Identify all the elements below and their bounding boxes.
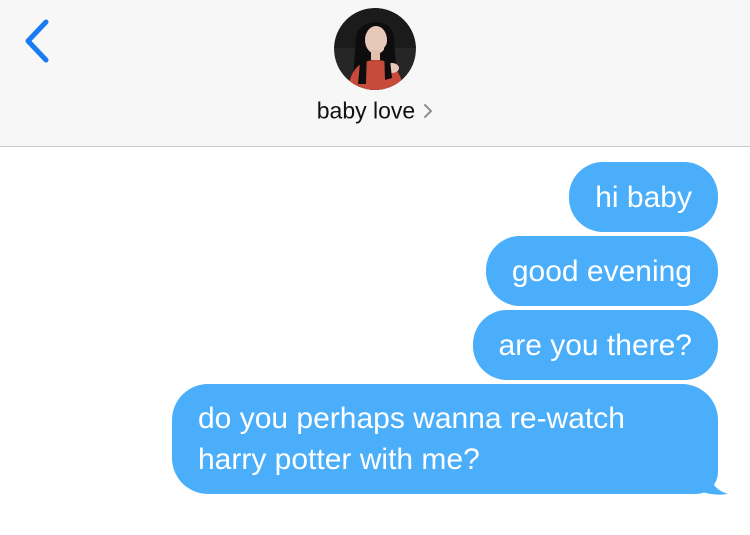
contact-name-button[interactable]: baby love: [0, 96, 750, 124]
bubble-tail: [688, 458, 728, 495]
contact-photo: [334, 8, 416, 90]
conversation-header: baby love: [0, 0, 750, 147]
chevron-right-icon: [424, 103, 433, 118]
message-thread: hi baby good evening are you there? do y…: [0, 147, 750, 535]
back-button[interactable]: [18, 16, 58, 68]
contact-name: baby love: [316, 97, 416, 124]
message-bubble[interactable]: are you there?: [472, 310, 718, 380]
message-bubble[interactable]: good evening: [485, 236, 718, 306]
chevron-left-icon: [25, 19, 49, 63]
message-bubble[interactable]: do you perhaps wanna re-watch harry pott…: [172, 384, 718, 494]
avatar[interactable]: [334, 8, 416, 90]
message-bubble[interactable]: hi baby: [569, 162, 718, 232]
